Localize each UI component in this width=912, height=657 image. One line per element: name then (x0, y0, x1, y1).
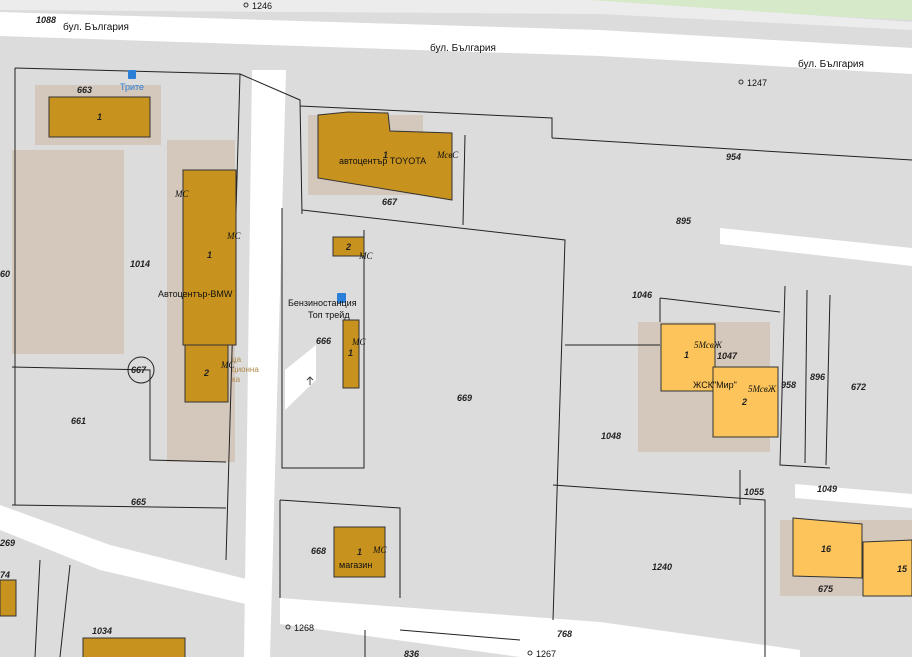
parcel-661: 661 (71, 416, 86, 426)
parcel-edge-269: 269 (0, 538, 15, 548)
gas-station-label-line1: Бензиностанция (288, 298, 357, 308)
parcel-667-circle: 667 (131, 365, 147, 375)
gas-station-label-line2: Топ трейд (308, 310, 350, 320)
street-name-east: бул. България (798, 58, 864, 70)
point-1267: 1267 (536, 649, 556, 657)
tag-building-2: МС (358, 251, 373, 261)
tag-shop: МС (372, 545, 387, 555)
faded-label-a: ца (232, 355, 242, 364)
parcel-1047: 1047 (717, 351, 738, 361)
parcel-1049: 1049 (817, 484, 837, 494)
toyota-label: автоцентър TOYOTA (339, 156, 426, 166)
parcel-1046: 1046 (632, 290, 653, 300)
tag-station: МС (351, 337, 366, 347)
parcel-663: 663 (77, 85, 92, 95)
building-number-16: 16 (821, 544, 832, 554)
point-1247: 1247 (747, 78, 767, 88)
bmw-label: Автоцентър-BMW (158, 289, 233, 299)
parcel-895: 895 (676, 216, 692, 226)
cadastral-map[interactable]: 1088 бул. България бул. България бул. Бъ… (0, 0, 912, 657)
tag-bmw-2: МС (226, 231, 241, 241)
shop-label: магазин (339, 560, 372, 570)
building-number-station: 1 (348, 348, 353, 358)
parcel-1055: 1055 (744, 487, 765, 497)
building-number-shop: 1 (357, 547, 362, 557)
parcel-672: 672 (851, 382, 866, 392)
parcel-768: 768 (557, 629, 572, 639)
street-name-north: бул. България (63, 21, 129, 33)
building-number-2: 2 (345, 242, 351, 252)
faded-label-b: ционна (232, 365, 259, 374)
tag-jsk-1: 5МсвЖ (694, 340, 723, 350)
building-number-bmw-1: 1 (207, 250, 212, 260)
street-number-1088: 1088 (36, 15, 56, 25)
building-left-edge (0, 579, 17, 617)
parcel-669: 669 (457, 393, 472, 403)
parcel-1048: 1048 (601, 431, 621, 441)
street-name-center: бул. България (430, 42, 496, 54)
parcel-edge-74: 74 (0, 570, 10, 580)
tag-bmw-1: МС (174, 189, 189, 199)
building-1034 (82, 637, 186, 657)
parcel-954: 954 (726, 152, 741, 162)
building-number-jsk-1: 1 (684, 350, 689, 360)
tag-toyota: МсвС (436, 150, 459, 160)
parcel-667: 667 (382, 197, 398, 207)
parcel-675: 675 (818, 584, 834, 594)
building-number-663: 1 (97, 112, 102, 122)
parcel-1240: 1240 (652, 562, 672, 572)
parcel-668: 668 (311, 546, 326, 556)
tag-jsk-2: 5МсвЖ (748, 384, 777, 394)
parcel-665: 665 (131, 497, 147, 507)
building-number-15: 15 (897, 564, 908, 574)
parcel-836: 836 (404, 649, 420, 657)
building-number-bmw-2: 2 (203, 368, 209, 378)
point-1246: 1246 (252, 1, 272, 11)
parcel-edge-60: 60 (0, 269, 10, 279)
parcel-896: 896 (810, 372, 826, 382)
parcel-958: 958 (781, 380, 796, 390)
faded-label-c: ка (232, 375, 241, 384)
stop-label: Трите (120, 82, 144, 92)
point-1268: 1268 (294, 623, 314, 633)
building-number-jsk-2: 2 (741, 397, 747, 407)
parcel-1034: 1034 (92, 626, 112, 636)
jsk-label: ЖСК"Мир" (693, 380, 737, 390)
bus-stop-icon[interactable] (128, 70, 136, 79)
parcel-666: 666 (316, 336, 332, 346)
parcel-1014: 1014 (130, 259, 150, 269)
